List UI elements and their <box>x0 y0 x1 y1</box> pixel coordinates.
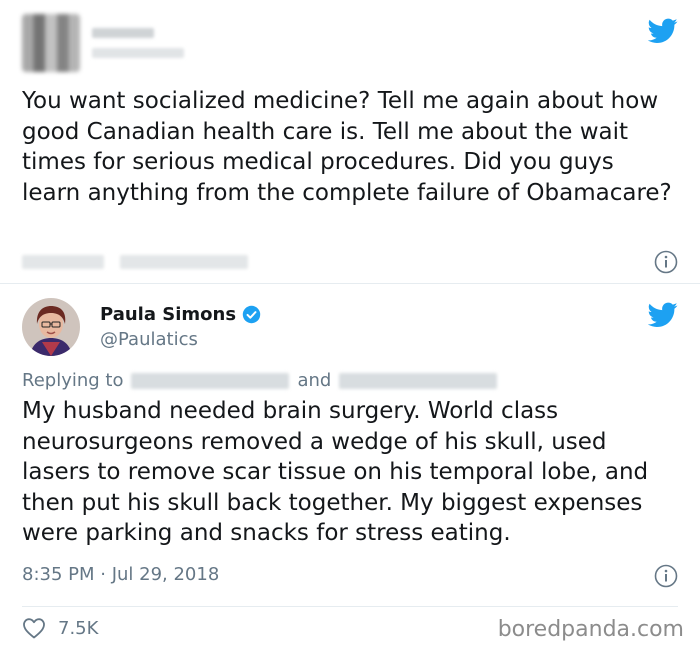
twitter-bird-icon[interactable] <box>648 18 678 44</box>
redacted-reply-user[interactable] <box>131 372 290 389</box>
redacted-date <box>120 255 248 269</box>
handle[interactable]: @Paulatics <box>100 329 198 350</box>
redacted-handle <box>92 48 184 58</box>
twitter-bird-icon[interactable] <box>648 302 678 328</box>
display-name[interactable]: Paula Simons <box>100 304 236 325</box>
avatar[interactable] <box>22 298 80 356</box>
original-tweet: You want socialized medicine? Tell me ag… <box>0 0 700 284</box>
verified-icon <box>242 305 261 324</box>
info-icon[interactable] <box>654 250 678 274</box>
info-icon[interactable] <box>654 564 678 588</box>
redacted-reply-user[interactable] <box>339 372 498 389</box>
author-line[interactable]: Paula Simons <box>100 304 261 325</box>
replying-to-label: Replying to <box>22 370 124 391</box>
tweet-body: My husband needed brain surgery. World c… <box>22 398 649 546</box>
timestamp[interactable]: 8:35 PM · Jul 29, 2018 <box>22 564 219 585</box>
reply-tweet: Paula Simons @Paulatics Replying to and … <box>0 284 700 655</box>
watermark: boredpanda.com <box>497 617 684 642</box>
like-button[interactable]: 7.5K <box>22 617 98 639</box>
like-count: 7.5K <box>58 617 99 639</box>
divider <box>22 606 678 607</box>
replying-to: Replying to and <box>22 370 505 391</box>
heart-icon[interactable] <box>22 617 46 639</box>
redacted-name <box>92 28 154 38</box>
redacted-timestamp <box>22 255 104 269</box>
redacted-avatar <box>22 14 80 72</box>
tweet-body: You want socialized medicine? Tell me ag… <box>22 88 672 206</box>
and-label: and <box>297 370 332 391</box>
